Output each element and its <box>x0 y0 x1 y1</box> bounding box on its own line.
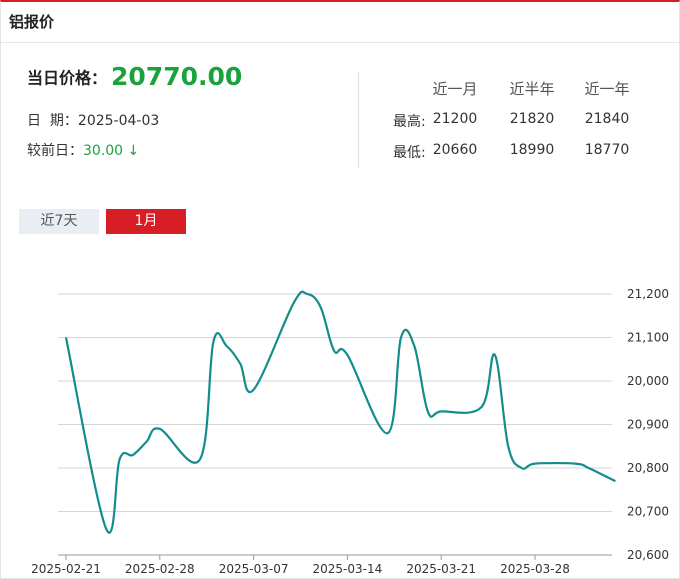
data-point <box>573 462 577 466</box>
data-point <box>131 453 135 457</box>
x-tick-label: 2025-03-21 <box>406 562 476 576</box>
y-tick-label: 21,200 <box>627 287 669 301</box>
data-point <box>252 388 256 392</box>
data-point <box>426 409 430 413</box>
x-tick-label: 2025-02-28 <box>125 562 195 576</box>
data-point <box>104 527 108 531</box>
y-tick-label: 20,700 <box>627 505 669 519</box>
data-point <box>386 431 390 435</box>
data-point <box>412 344 416 348</box>
data-point <box>158 427 162 431</box>
data-point <box>332 349 336 353</box>
price-series-line <box>64 290 616 534</box>
y-tick-label: 20,900 <box>627 418 669 432</box>
data-point <box>118 457 122 461</box>
data-point <box>533 462 537 466</box>
data-point <box>211 340 215 344</box>
data-point <box>587 466 591 470</box>
data-point <box>506 444 510 448</box>
price-line-chart: 20,600 20,700 20,800 20,900 20,000 21,100 21,2… <box>31 287 669 576</box>
data-point <box>64 336 68 340</box>
data-point <box>238 362 242 366</box>
data-point <box>144 440 148 444</box>
data-point <box>479 405 483 409</box>
data-point <box>319 305 323 309</box>
data-point <box>345 353 349 357</box>
data-point <box>305 292 309 296</box>
y-tick-label: 20,000 <box>627 374 669 388</box>
data-point <box>399 336 403 340</box>
x-tick-label: 2025-03-14 <box>313 562 383 576</box>
data-point <box>613 479 617 483</box>
x-tick-label: 2025-03-07 <box>219 562 289 576</box>
y-tick-label: 20,800 <box>627 461 669 475</box>
data-point <box>439 409 443 413</box>
data-point <box>493 353 497 357</box>
data-point <box>520 466 524 470</box>
x-tick-label: 2025-03-28 <box>500 562 570 576</box>
y-tick-label: 20,600 <box>627 548 669 562</box>
y-tick-label: 21,100 <box>627 331 669 345</box>
data-point <box>198 457 202 461</box>
data-point <box>292 301 296 305</box>
data-point <box>225 344 229 348</box>
data-point <box>600 473 604 477</box>
x-tick-label: 2025-02-21 <box>31 562 101 576</box>
